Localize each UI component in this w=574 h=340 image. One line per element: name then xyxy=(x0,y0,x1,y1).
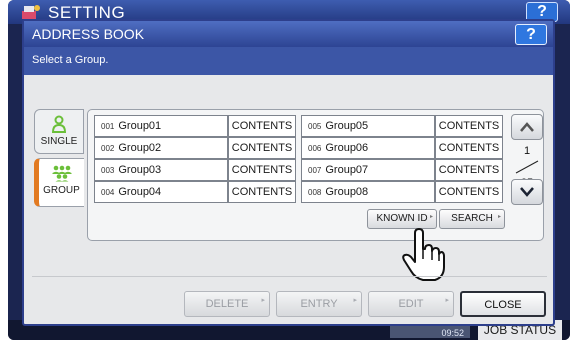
edit-label: EDIT xyxy=(398,298,424,310)
submenu-arrow-icon: ▸ xyxy=(429,214,433,220)
person-icon xyxy=(51,115,67,133)
group-number: 005 xyxy=(308,122,322,131)
footer-divider xyxy=(32,276,547,277)
page-divider xyxy=(515,160,539,174)
chevron-down-icon xyxy=(520,187,534,197)
address-book-dialog: ADDRESS BOOK ? Select a Group. SINGLE GR… xyxy=(22,19,555,326)
group-number: 002 xyxy=(101,144,115,153)
chevron-up-icon xyxy=(520,122,534,132)
known-id-label: KNOWN ID xyxy=(376,213,428,224)
delete-button[interactable]: DELETE ▸ xyxy=(184,291,270,317)
group-number: 003 xyxy=(101,166,115,175)
tab-single-label: SINGLE xyxy=(40,136,78,147)
group-entry[interactable]: 008 Group08 xyxy=(301,181,435,203)
group-entry[interactable]: 003 Group03 xyxy=(94,159,228,181)
group-entry[interactable]: 005 Group05 xyxy=(301,115,435,137)
submenu-arrow-icon: ▸ xyxy=(497,214,501,220)
submenu-arrow-icon: ▸ xyxy=(261,297,265,304)
group-icon xyxy=(52,165,71,182)
close-label: CLOSE xyxy=(484,299,522,311)
pointing-hand-icon xyxy=(402,228,445,281)
entry-label: ENTRY xyxy=(300,298,338,310)
group-entry[interactable]: 002 Group02 xyxy=(94,137,228,159)
group-list-panel: 001 Group01 CONTENTS 002 Group02 CONTENTS … xyxy=(87,109,544,241)
dialog-help-button[interactable]: ? xyxy=(515,24,547,45)
group-number: 007 xyxy=(308,166,322,175)
submenu-arrow-icon: ▸ xyxy=(445,297,449,304)
contents-button[interactable]: CONTENTS xyxy=(228,181,296,203)
group-number: 006 xyxy=(308,144,322,153)
contents-button[interactable]: CONTENTS xyxy=(435,159,503,181)
group-name: Group01 xyxy=(118,120,162,132)
group-name: Group07 xyxy=(325,164,369,176)
contents-button[interactable]: CONTENTS xyxy=(228,137,296,159)
group-name: Group08 xyxy=(325,186,369,198)
tab-group[interactable]: GROUP xyxy=(34,158,84,207)
instruction-message: Select a Group. xyxy=(32,54,109,66)
contents-button[interactable]: CONTENTS xyxy=(228,159,296,181)
dialog-title: ADDRESS BOOK xyxy=(32,26,145,42)
group-entry[interactable]: 001 Group01 xyxy=(94,115,228,137)
submenu-arrow-icon: ▸ xyxy=(353,297,357,304)
page-up-button[interactable] xyxy=(511,114,543,140)
contents-button[interactable]: CONTENTS xyxy=(435,115,503,137)
delete-label: DELETE xyxy=(205,298,249,310)
group-entry[interactable]: 006 Group06 xyxy=(301,137,435,159)
edit-button[interactable]: EDIT ▸ xyxy=(368,291,454,317)
contents-button[interactable]: CONTENTS xyxy=(435,181,503,203)
group-name: Group04 xyxy=(118,186,162,198)
tab-group-label: GROUP xyxy=(43,185,80,196)
search-label: SEARCH xyxy=(451,213,493,224)
search-button[interactable]: SEARCH ▸ xyxy=(439,209,505,229)
current-page: 1 xyxy=(523,145,531,157)
group-name: Group06 xyxy=(325,142,369,154)
contents-button[interactable]: CONTENTS xyxy=(435,137,503,159)
dialog-header: ADDRESS BOOK ? xyxy=(24,21,553,47)
group-entry[interactable]: 004 Group04 xyxy=(94,181,228,203)
group-number: 001 xyxy=(101,122,115,131)
page-down-button[interactable] xyxy=(511,179,543,205)
group-name: Group03 xyxy=(118,164,162,176)
message-bar: Select a Group. xyxy=(24,47,553,75)
group-entry[interactable]: 007 Group07 xyxy=(301,159,435,181)
group-name: Group05 xyxy=(325,120,369,132)
group-number: 008 xyxy=(308,188,322,197)
group-number: 004 xyxy=(101,188,115,197)
entry-button[interactable]: ENTRY ▸ xyxy=(276,291,362,317)
tab-single[interactable]: SINGLE xyxy=(34,109,84,154)
group-name: Group02 xyxy=(118,142,162,154)
close-button[interactable]: CLOSE xyxy=(460,291,546,317)
known-id-button[interactable]: KNOWN ID ▸ xyxy=(367,209,437,229)
contents-button[interactable]: CONTENTS xyxy=(228,115,296,137)
